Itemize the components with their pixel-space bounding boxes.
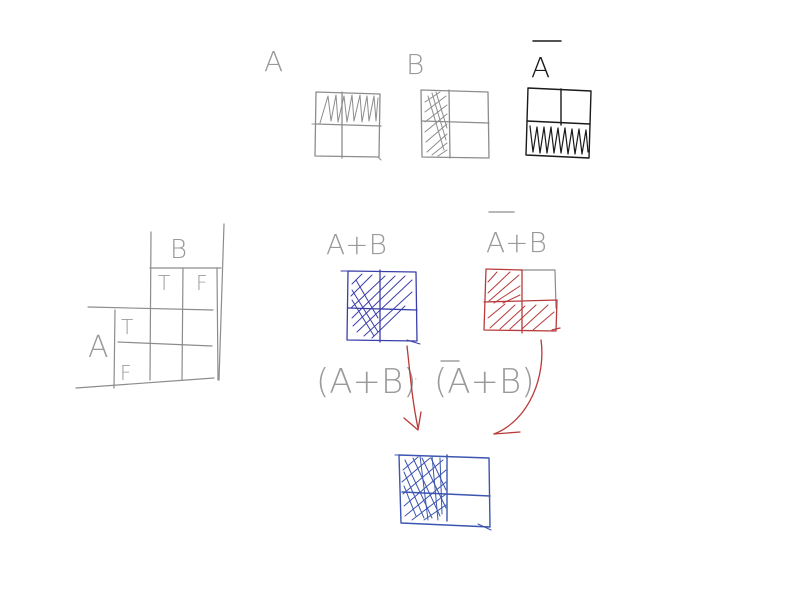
- table-header-a: A: [88, 330, 109, 365]
- venn-grid-not-a-or-b: [483, 268, 561, 334]
- table-header-b: B: [170, 235, 187, 265]
- label-a: A: [264, 45, 283, 78]
- label-b: B: [406, 48, 424, 81]
- expression-right: (A+B): [434, 362, 535, 402]
- shading-not-a-bottom-row: [529, 125, 589, 155]
- table-row-false: F: [120, 361, 132, 385]
- venn-grid-a: [311, 91, 382, 161]
- expression-left: (A+B): [316, 362, 417, 402]
- venn-grid-result: [394, 454, 492, 531]
- table-col-false: F: [196, 271, 208, 295]
- label-not-a-or-b: A+B: [486, 211, 547, 259]
- shading-result-crosshatch: [401, 455, 447, 521]
- top-row: A B A: [264, 40, 592, 161]
- whiteboard-canvas: A B A B T F A T F A+B A+B (A+B) · (A+B): [75, 40, 592, 531]
- label-a-or-b: A+B: [326, 228, 387, 261]
- svg-text:A+B: A+B: [486, 226, 547, 259]
- arrow-left-head: [403, 411, 422, 431]
- venn-grid-b: [420, 89, 490, 159]
- venn-grid-not-a: [525, 87, 592, 159]
- shading-b-left-column: [424, 91, 448, 157]
- shading-a-top-row: [319, 94, 379, 124]
- venn-grid-a-or-b: [340, 269, 421, 345]
- shading-a-or-b: [350, 273, 413, 339]
- svg-text:A: A: [531, 51, 550, 84]
- expression: (A+B) · (A+B): [316, 360, 535, 402]
- expression-operator: ·: [413, 369, 419, 390]
- table-col-true: T: [158, 271, 170, 295]
- truth-table: B T F A T F: [75, 223, 225, 389]
- table-row-true: T: [121, 315, 133, 339]
- middle-row: A+B A+B: [326, 211, 561, 345]
- label-not-a: A: [531, 40, 562, 84]
